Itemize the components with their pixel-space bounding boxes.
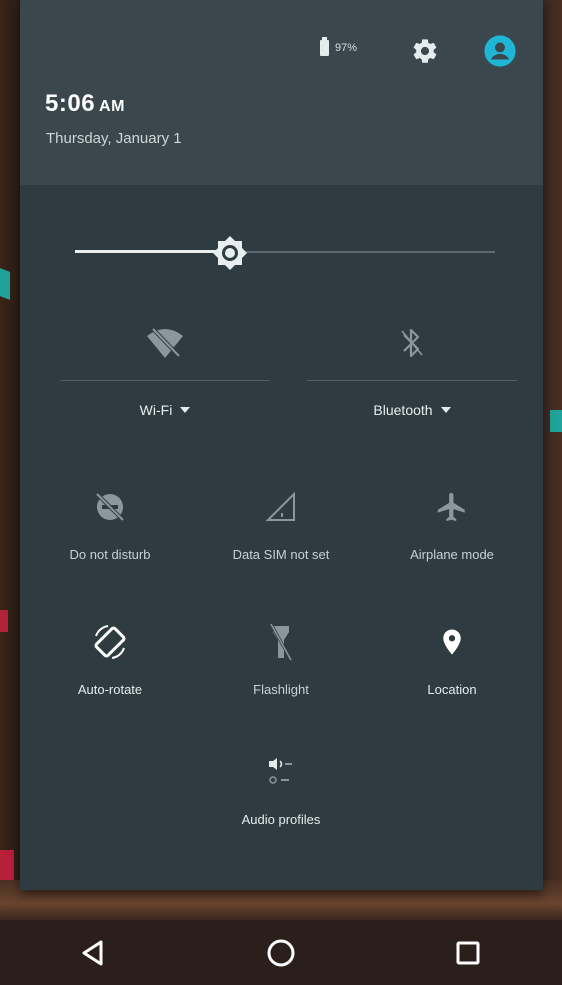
quick-settings-panel: 97% 5:06 AM Thursday, January 1 Wi-Fi Bl… [20,0,543,890]
battery-percent: 97% [335,42,358,54]
clock-ampm: AM [99,98,125,115]
location-icon [443,629,461,655]
user-avatar-icon [484,35,516,67]
brightness-thumb[interactable] [212,235,248,271]
tile-airplane-mode[interactable]: Airplane mode [377,485,527,575]
wallpaper-accent [0,610,8,632]
wifi-label: Wi-Fi [139,402,173,418]
tile-data-sim[interactable]: Data SIM not set [206,485,356,575]
clock[interactable]: 5:06 AM [45,90,125,118]
quick-settings-header: 97% 5:06 AM Thursday, January 1 [20,0,543,185]
tile-label: Auto-rotate [77,682,143,697]
tile-auto-rotate[interactable]: Auto-rotate [35,620,185,710]
tile-label: Do not disturb [69,547,151,562]
user-account-button[interactable] [481,32,519,70]
wallpaper-accent [550,410,562,432]
recents-square-icon [456,941,480,964]
tile-label: Flashlight [253,682,309,697]
bluetooth-tile[interactable]: Bluetooth [307,318,517,438]
flashlight-icon [269,623,293,661]
gear-icon [413,39,437,63]
settings-button[interactable] [408,34,442,68]
chevron-down-icon[interactable] [440,407,451,413]
navigation-bar [0,920,562,985]
brightness-slider[interactable] [75,235,495,271]
home-button[interactable] [251,928,311,978]
brightness-icon [213,236,247,270]
wallpaper-accent [0,850,14,880]
bluetooth-icon [401,328,423,358]
tile-location[interactable]: Location [377,620,527,710]
tile-audio-profiles[interactable]: Audio profiles [206,750,356,840]
back-triangle-icon [82,940,103,965]
wallpaper-accent [0,268,10,300]
airplane-icon [437,492,465,522]
do-not-disturb-icon [95,492,125,522]
audio-profiles-icon [269,758,292,784]
tile-do-not-disturb[interactable]: Do not disturb [35,485,185,575]
bluetooth-divider [307,380,517,381]
brightness-fill [75,250,230,253]
wifi-off-icon [147,327,183,358]
tile-label: Data SIM not set [232,547,330,562]
wifi-tile[interactable]: Wi-Fi [60,318,270,438]
recents-button[interactable] [438,928,498,978]
tile-label: Airplane mode [410,547,494,562]
home-circle-icon [267,939,295,966]
auto-rotate-icon [94,625,126,659]
signal-icon [265,491,295,521]
tile-label: Location [427,682,477,697]
clock-time: 5:06 [45,90,96,117]
back-button[interactable] [64,928,124,978]
battery-indicator[interactable]: 97% [320,37,358,56]
chevron-down-icon[interactable] [180,407,191,413]
tile-flashlight[interactable]: Flashlight [206,620,356,710]
tile-label: Audio profiles [241,812,321,827]
date-label[interactable]: Thursday, January 1 [46,130,182,147]
bluetooth-label: Bluetooth [373,402,433,418]
wifi-divider [60,380,270,381]
battery-icon [320,37,329,56]
